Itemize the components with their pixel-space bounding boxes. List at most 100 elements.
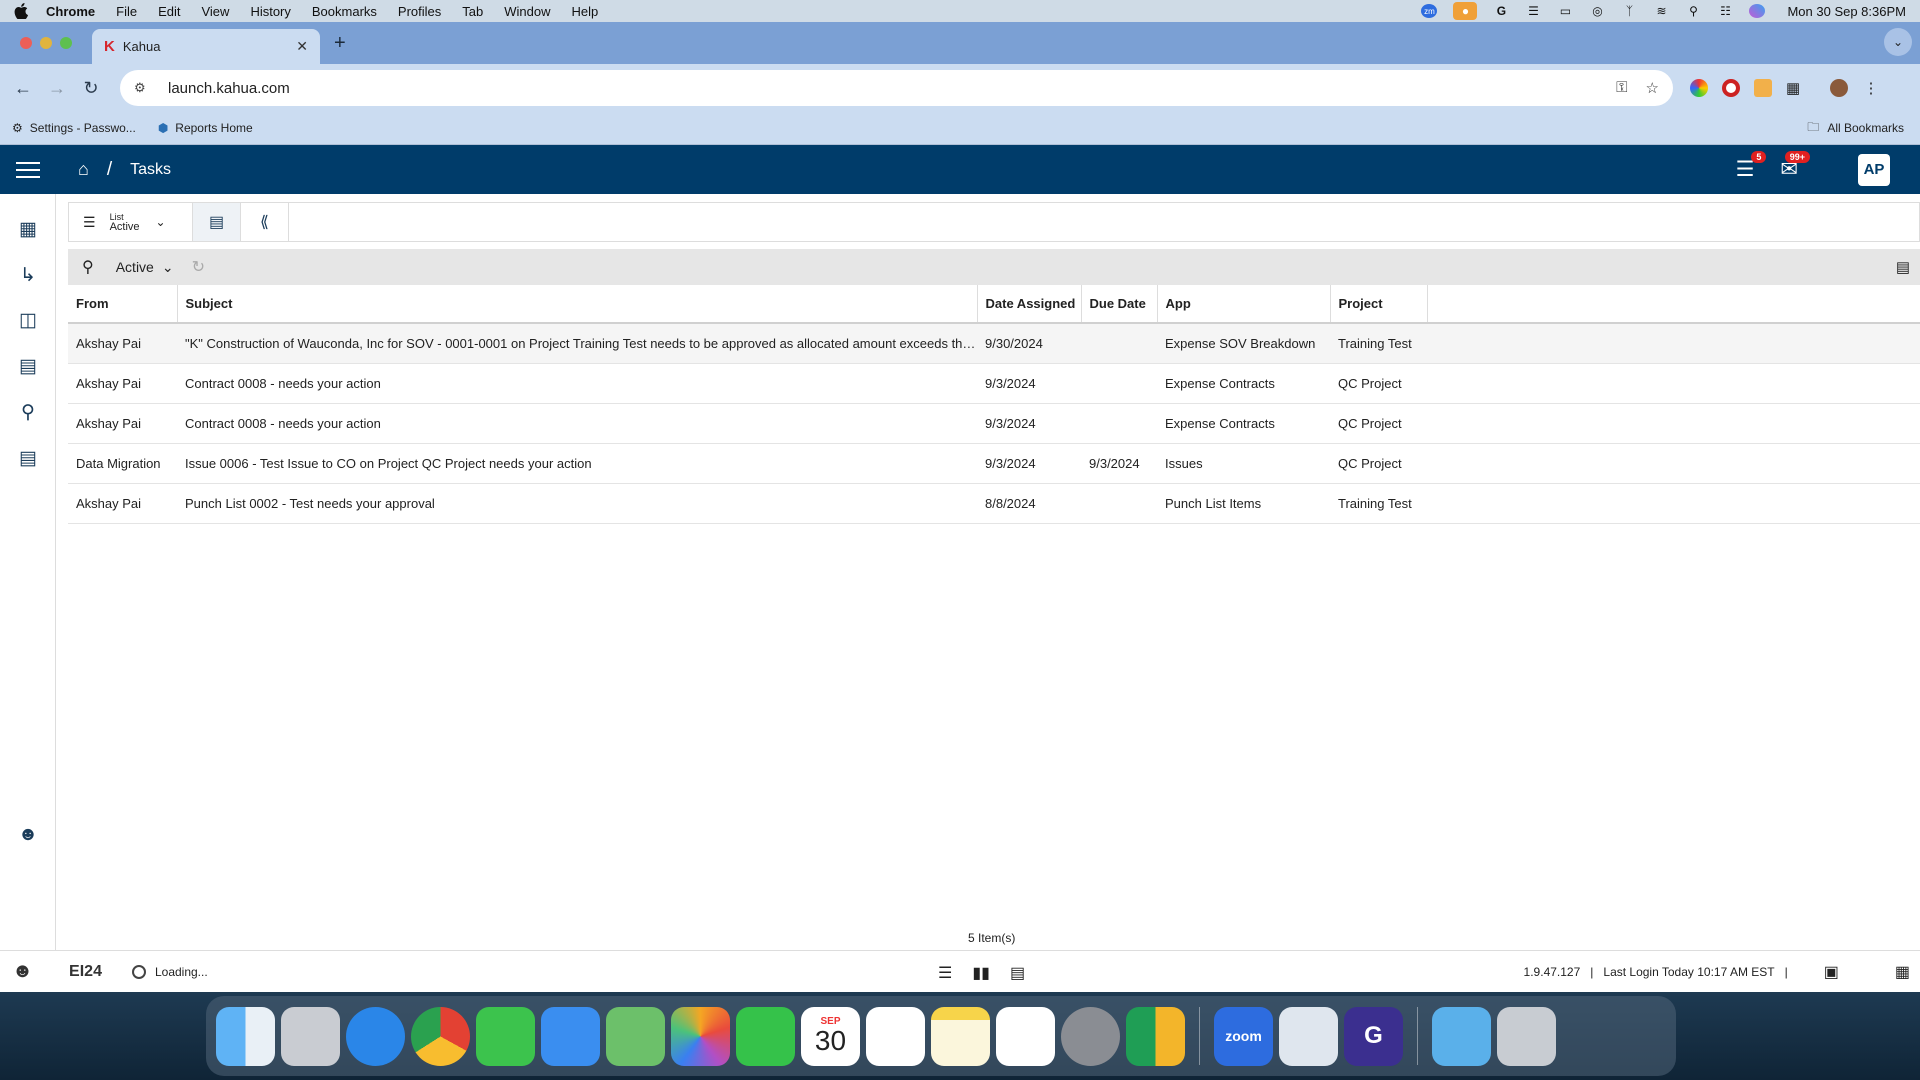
close-window-button[interactable] [20,37,32,49]
mail-notification-icon[interactable]: ✉ 99+ [1780,151,1810,182]
reload-button[interactable]: ↻ [74,78,108,99]
close-tab-icon[interactable]: ✕ [296,38,308,55]
menu-history[interactable]: History [250,4,290,19]
url-text[interactable]: launch.kahua.com [168,80,290,97]
add-team-member-icon[interactable]: ☻ [12,960,33,983]
browser-tab[interactable]: K Kahua ✕ [92,29,320,64]
apple-icon[interactable] [14,3,28,19]
tab-search-chevron-icon[interactable]: ⌄ [1884,28,1912,56]
refresh-icon[interactable]: ↻ [192,257,205,277]
grammarly-app-icon[interactable]: G [1344,1006,1403,1066]
launchpad-icon[interactable] [281,1006,340,1066]
chrome-menu-icon[interactable]: ⋮ [1862,79,1880,97]
maximize-window-button[interactable] [60,37,72,49]
menu-bookmarks[interactable]: Bookmarks [312,4,377,19]
hamburger-menu-icon[interactable] [0,145,56,194]
maps-icon[interactable] [606,1006,665,1066]
column-header-subject[interactable]: Subject [177,285,978,324]
activity-icon[interactable]: ☰ [1525,4,1541,18]
calendar-icon[interactable]: ▤ [16,354,40,378]
column-header-project[interactable]: Project [1330,285,1428,324]
system-settings-icon[interactable] [1061,1006,1120,1066]
image-icon[interactable]: ▣ [1824,962,1839,982]
table-row[interactable]: Akshay Pai "K" Construction of Wauconda,… [68,323,1920,364]
split-layout-icon[interactable]: ▮▮ [972,963,990,983]
zoom-app-icon[interactable]: zoom [1214,1006,1273,1066]
downloads-folder-icon[interactable] [1432,1006,1491,1066]
search-icon[interactable]: ⚲ [16,400,40,424]
column-header-date-assigned[interactable]: Date Assigned [977,285,1082,324]
finder-icon[interactable] [216,1006,275,1066]
table-row[interactable]: Akshay Pai Punch List 0002 - Test needs … [68,483,1920,524]
reminders-icon[interactable] [866,1006,925,1066]
all-bookmarks-button[interactable]: 🗀 All Bookmarks [1807,118,1904,139]
export-document-icon[interactable]: ▤ [1896,258,1910,276]
grid-view-button[interactable]: ▤ [193,203,241,241]
search-icon[interactable]: ⚲ [82,257,94,277]
add-team-icon[interactable]: ☻ [16,823,40,847]
table-row[interactable]: Akshay Pai Contract 0008 - needs your ac… [68,363,1920,404]
user-avatar[interactable]: AP [1858,153,1890,186]
control-center-icon[interactable]: ☷ [1717,4,1733,18]
record-extension-icon[interactable] [1722,79,1740,97]
menu-file[interactable]: File [116,4,137,19]
tasks-notification-icon[interactable]: ☰ 5 [1736,151,1767,182]
display-icon[interactable]: ▭ [1557,4,1573,18]
home-icon[interactable]: ⌂ [78,159,89,180]
apps-grid-icon[interactable]: ▦ [16,217,40,241]
menu-tab[interactable]: Tab [462,4,483,19]
table-row[interactable]: Data Migration Issue 0006 - Test Issue t… [68,443,1920,484]
view-selector-dropdown[interactable]: ☰ List Active ⌄ [69,203,193,241]
windows-icon[interactable]: ▦ [1895,962,1910,982]
messages-icon[interactable] [476,1006,535,1066]
safari-icon[interactable] [346,1006,405,1066]
calendar-icon[interactable]: SEP 30 [801,1006,860,1066]
detail-layout-icon[interactable]: ▤ [1010,963,1025,983]
mail-icon[interactable] [541,1006,600,1066]
facetime-icon[interactable] [736,1006,795,1066]
new-tab-button[interactable]: + [334,32,346,55]
dashboard-icon[interactable]: ◫ [16,308,40,332]
workflow-icon[interactable]: ↳ [16,263,40,287]
list-layout-icon[interactable]: ☰ [938,963,952,983]
share-button[interactable]: ⟪ [241,203,289,241]
menu-help[interactable]: Help [572,4,599,19]
bookmark-star-icon[interactable]: ☆ [1646,79,1659,97]
menu-view[interactable]: View [201,4,229,19]
menu-window[interactable]: Window [504,4,550,19]
password-key-icon[interactable]: ⚿ [1616,79,1627,97]
zoom-status-icon[interactable]: zm [1421,4,1438,18]
siri-icon[interactable] [1749,4,1766,18]
bluetooth-icon[interactable]: ᛉ [1621,4,1637,18]
pen-extension-icon[interactable] [1754,79,1772,97]
table-row[interactable]: Akshay Pai Contract 0008 - needs your ac… [68,403,1920,444]
menu-edit[interactable]: Edit [158,4,180,19]
color-extension-icon[interactable] [1690,79,1708,97]
menubar-clock[interactable]: Mon 30 Sep 8:36PM [1787,4,1906,19]
address-bar[interactable]: ⚙ launch.kahua.com ⚿ ☆ [120,70,1673,106]
spotlight-icon[interactable]: ⚲ [1685,4,1701,18]
grammarly-icon[interactable]: G [1493,4,1509,18]
freeform-icon[interactable] [996,1006,1055,1066]
airdrop-icon[interactable]: ◎ [1589,4,1605,18]
site-info-icon[interactable]: ⚙ [134,80,154,96]
profile-avatar-icon[interactable] [1830,79,1848,97]
forward-button[interactable]: → [40,78,74,99]
cost-document-icon[interactable]: ▤ [16,446,40,470]
notes-icon[interactable] [931,1006,990,1066]
menu-profiles[interactable]: Profiles [398,4,441,19]
google-meet-icon[interactable] [1126,1006,1185,1066]
preview-icon[interactable] [1279,1006,1338,1066]
column-header-due-date[interactable]: Due Date [1081,285,1158,324]
trash-icon[interactable] [1497,1006,1556,1066]
microphone-icon[interactable]: ● [1453,2,1478,20]
minimize-window-button[interactable] [40,37,52,49]
filter-dropdown[interactable]: Active ⌄ [116,259,174,276]
wifi-icon[interactable]: ≋ [1653,4,1669,18]
back-button[interactable]: ← [6,78,40,99]
bookmark-settings[interactable]: ⚙ Settings - Passwo... [12,121,136,135]
menu-app-name[interactable]: Chrome [46,4,95,19]
photos-icon[interactable] [671,1006,730,1066]
column-header-from[interactable]: From [68,285,178,324]
extensions-puzzle-icon[interactable]: ▦ [1786,79,1804,97]
